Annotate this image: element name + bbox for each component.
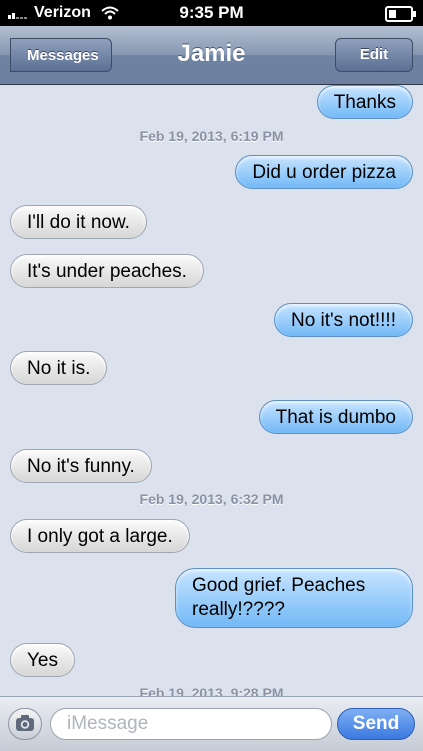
- send-button[interactable]: Send: [337, 708, 415, 740]
- camera-button[interactable]: [8, 708, 42, 740]
- message-bubble-outgoing[interactable]: No it's not!!!!: [273, 303, 413, 337]
- message-input-bar: iMessage Send: [0, 696, 423, 751]
- message-bubble-incoming[interactable]: I only got a large.: [10, 519, 190, 553]
- message-bubble-outgoing[interactable]: Thanks: [316, 85, 413, 119]
- message-bubble-outgoing[interactable]: Good grief. Peaches really!????: [175, 568, 413, 628]
- clock: 9:35 PM: [179, 3, 244, 22]
- message-bubble-incoming[interactable]: I'll do it now.: [10, 205, 147, 239]
- timestamp: Feb 19, 2013, 6:19 PM: [139, 128, 284, 144]
- edit-button[interactable]: Edit: [335, 38, 413, 72]
- message-bubble-incoming[interactable]: No it's funny.: [10, 449, 152, 483]
- status-bar: Verizon 9:35 PM: [0, 0, 423, 26]
- message-bubble-outgoing[interactable]: That is dumbo: [258, 400, 413, 434]
- message-bubble-outgoing[interactable]: Did u order pizza: [235, 155, 413, 189]
- message-bubble-incoming[interactable]: Yes: [10, 643, 75, 677]
- timestamp: Feb 19, 2013, 9:28 PM: [139, 685, 284, 696]
- message-bubble-incoming[interactable]: No it is.: [10, 351, 108, 385]
- navigation-bar: Messages Jamie Edit: [0, 26, 423, 85]
- timestamp: Feb 19, 2013, 6:32 PM: [139, 491, 284, 507]
- message-bubble-incoming[interactable]: It's under peaches.: [10, 254, 204, 288]
- battery-icon: [385, 6, 416, 22]
- imessage-input[interactable]: iMessage: [50, 708, 332, 740]
- camera-icon: [16, 715, 34, 731]
- message-thread[interactable]: Thanks Feb 19, 2013, 6:19 PM Did u order…: [0, 84, 423, 696]
